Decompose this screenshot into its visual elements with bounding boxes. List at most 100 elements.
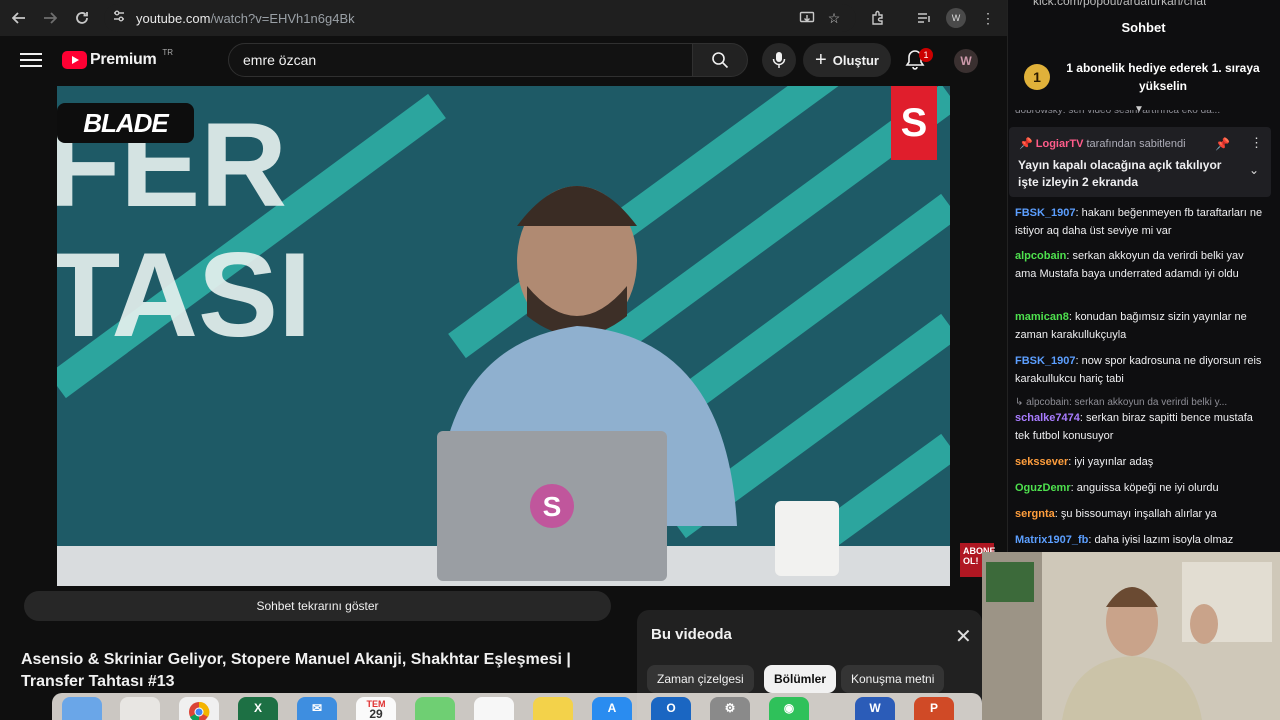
create-label: Oluştur <box>832 52 879 68</box>
create-button[interactable]: + Oluştur <box>803 43 891 77</box>
forward-icon[interactable] <box>36 4 64 32</box>
unpin-icon[interactable]: 📌 <box>1215 137 1230 151</box>
gift-leaderboard-banner[interactable]: 1 1 abonelik hediye ederek 1. sıraya yük… <box>1024 58 1264 96</box>
search-button[interactable] <box>692 43 748 77</box>
chat-message: FBSK_1907: hakanı beğenmeyen fb taraftar… <box>1015 207 1263 237</box>
video-bg-text-2: TASI <box>57 228 311 362</box>
finder-icon[interactable] <box>62 697 102 720</box>
chrome-icon[interactable] <box>179 697 219 720</box>
channel-badge: S <box>891 86 937 160</box>
webcam-frame <box>982 552 1280 720</box>
logo-text: Premium <box>90 51 157 68</box>
pinned-message-text: Yayın kapalı olacağına açık takılıyor iş… <box>1018 158 1222 189</box>
reply-icon: ↳ <box>1015 397 1027 408</box>
whatsapp-icon[interactable]: ◉ <box>769 697 809 720</box>
reminders-icon[interactable] <box>474 697 514 720</box>
truncated-message: dobrowsky: sen video sesini artırınca ek… <box>1015 110 1221 116</box>
panel-title: Bu videoda <box>651 626 732 643</box>
chip-chapters[interactable]: Bölümler <box>764 665 837 693</box>
outlook-icon[interactable]: O <box>651 697 691 720</box>
site-info-icon[interactable] <box>112 9 126 28</box>
browser-toolbar: youtube.com/watch?v=EHVh1n6g4Bk ☆ W ⋮ <box>0 0 1007 36</box>
chat-message: OguzDemr: anguissa köpeği ne iyi olurdu <box>1015 482 1219 494</box>
chat-username[interactable]: mamican8 <box>1015 311 1069 323</box>
rank-medal-icon: 1 <box>1024 64 1050 90</box>
chat-username[interactable]: FBSK_1907 <box>1015 355 1076 367</box>
laptop-logo: S <box>543 491 562 522</box>
chat-username[interactable]: OguzDemr <box>1015 482 1071 494</box>
extensions-icon[interactable] <box>866 6 890 30</box>
url-path: /watch?v=EHVh1n6g4Bk <box>210 10 355 26</box>
notes-icon[interactable] <box>533 697 573 720</box>
bookmark-star-icon[interactable]: ☆ <box>822 6 846 30</box>
reply-to-text: alpcobain: serkan akkoyun da verirdi bel… <box>1026 397 1228 408</box>
app-store-icon[interactable]: A <box>592 697 632 720</box>
back-icon[interactable] <box>5 4 33 32</box>
chat-message: sergnta: şu bissoumayı inşallah alırlar … <box>1015 508 1217 520</box>
chat-username[interactable]: alpcobain <box>1015 250 1066 262</box>
chat-popout-url: kick.com/popout/ardafurkan/chat <box>1033 0 1207 8</box>
search-input[interactable]: emre özcan <box>228 43 693 77</box>
chat-username[interactable]: Matrix1907_fb <box>1015 534 1088 546</box>
word-icon[interactable]: W <box>855 697 895 720</box>
show-chat-replay-button[interactable]: Sohbet tekrarını göster <box>24 591 611 621</box>
chat-header: Sohbet <box>1121 20 1166 35</box>
profile-icon[interactable]: W <box>944 6 968 30</box>
excel-icon[interactable]: X <box>238 697 278 720</box>
media-control-icon[interactable] <box>912 6 936 30</box>
webcam-overlay <box>982 552 1280 720</box>
video-title: Asensio & Skriniar Geliyor, Stopere Manu… <box>21 651 571 690</box>
video-brand-overlay: BLADE <box>57 103 194 143</box>
browser-menu-icon[interactable]: ⋮ <box>976 6 1000 30</box>
chip-transcript[interactable]: Konuşma metni <box>841 665 945 693</box>
chat-message: Matrix1907_fb: daha iyisi lazım isoyla o… <box>1015 534 1234 546</box>
chat-message: mamican8: konudan bağımsız sizin yayınla… <box>1015 311 1247 341</box>
chat-message: alpcobain: serkan akkoyun da verirdi bel… <box>1015 250 1244 280</box>
chat-username[interactable]: FBSK_1907 <box>1015 207 1076 219</box>
maps-icon[interactable] <box>415 697 455 720</box>
chat-text: iyi yayınlar adaş <box>1074 456 1154 468</box>
menu-icon[interactable] <box>20 49 42 71</box>
mail-icon[interactable]: ✉ <box>297 697 337 720</box>
chat-message: FBSK_1907: now spor kadrosuna ne diyorsu… <box>1015 355 1262 385</box>
chat-username[interactable]: schalke7474 <box>1015 412 1080 424</box>
chat-username[interactable]: sekssever <box>1015 456 1068 468</box>
more-options-icon[interactable]: ⋮ <box>1250 135 1263 151</box>
pinned-message: 📌 LogiarTV tarafından sabitlendi 📌 ⋮ Yay… <box>1009 127 1271 197</box>
expand-pinned-icon[interactable]: ⌄ <box>1249 163 1259 177</box>
pinned-by-suffix: tarafından sabitlendi <box>1086 138 1186 150</box>
video-frame: FER TASI S <box>57 86 950 586</box>
chat-text: anguissa köpeği ne iyi olurdu <box>1076 482 1219 494</box>
address-bar[interactable]: youtube.com/watch?v=EHVh1n6g4Bk <box>104 4 856 32</box>
url-host: youtube.com <box>136 10 211 26</box>
search-icon <box>712 52 729 69</box>
chip-timeline[interactable]: Zaman çizelgesi <box>647 665 754 693</box>
launchpad-icon[interactable] <box>120 697 160 720</box>
account-avatar[interactable]: W <box>954 49 978 73</box>
calendar-icon[interactable]: TEM 29 <box>356 697 396 720</box>
system-settings-icon[interactable]: ⚙ <box>710 697 750 720</box>
logo-region: TR <box>162 47 174 57</box>
plus-icon: + <box>815 48 827 71</box>
install-app-icon[interactable] <box>795 6 819 30</box>
notification-count-badge: 1 <box>919 48 933 62</box>
voice-search-button[interactable] <box>762 43 796 77</box>
youtube-play-icon <box>62 51 87 69</box>
pinned-by-user: LogiarTV <box>1035 138 1084 150</box>
close-icon[interactable]: ✕ <box>955 624 972 649</box>
chat-text: şu bissoumayı inşallah alırlar ya <box>1060 508 1217 520</box>
microphone-icon <box>772 52 786 68</box>
youtube-logo[interactable]: Premium TR <box>62 47 174 69</box>
youtube-header: Premium TR emre özcan + Oluştur 1 W <box>0 36 1007 86</box>
chat-message: schalke7474: serkan biraz sapitti bence … <box>1015 412 1253 442</box>
chat-text: daha iyisi lazım isoyla olmaz <box>1094 534 1234 546</box>
pinned-meta: 📌 LogiarTV tarafından sabitlendi <box>1019 137 1186 150</box>
reload-icon[interactable] <box>68 4 96 32</box>
chat-message: sekssever: iyi yayınlar adaş <box>1015 456 1154 468</box>
url-text: youtube.com/watch?v=EHVh1n6g4Bk <box>136 11 355 26</box>
video-player[interactable]: FER TASI S <box>57 86 950 586</box>
calendar-day: 29 <box>369 707 383 720</box>
chat-username[interactable]: sergnta <box>1015 508 1055 520</box>
powerpoint-icon[interactable]: P <box>914 697 954 720</box>
gift-banner-text: 1 abonelik hediye ederek 1. sıraya yükse… <box>1066 61 1260 93</box>
